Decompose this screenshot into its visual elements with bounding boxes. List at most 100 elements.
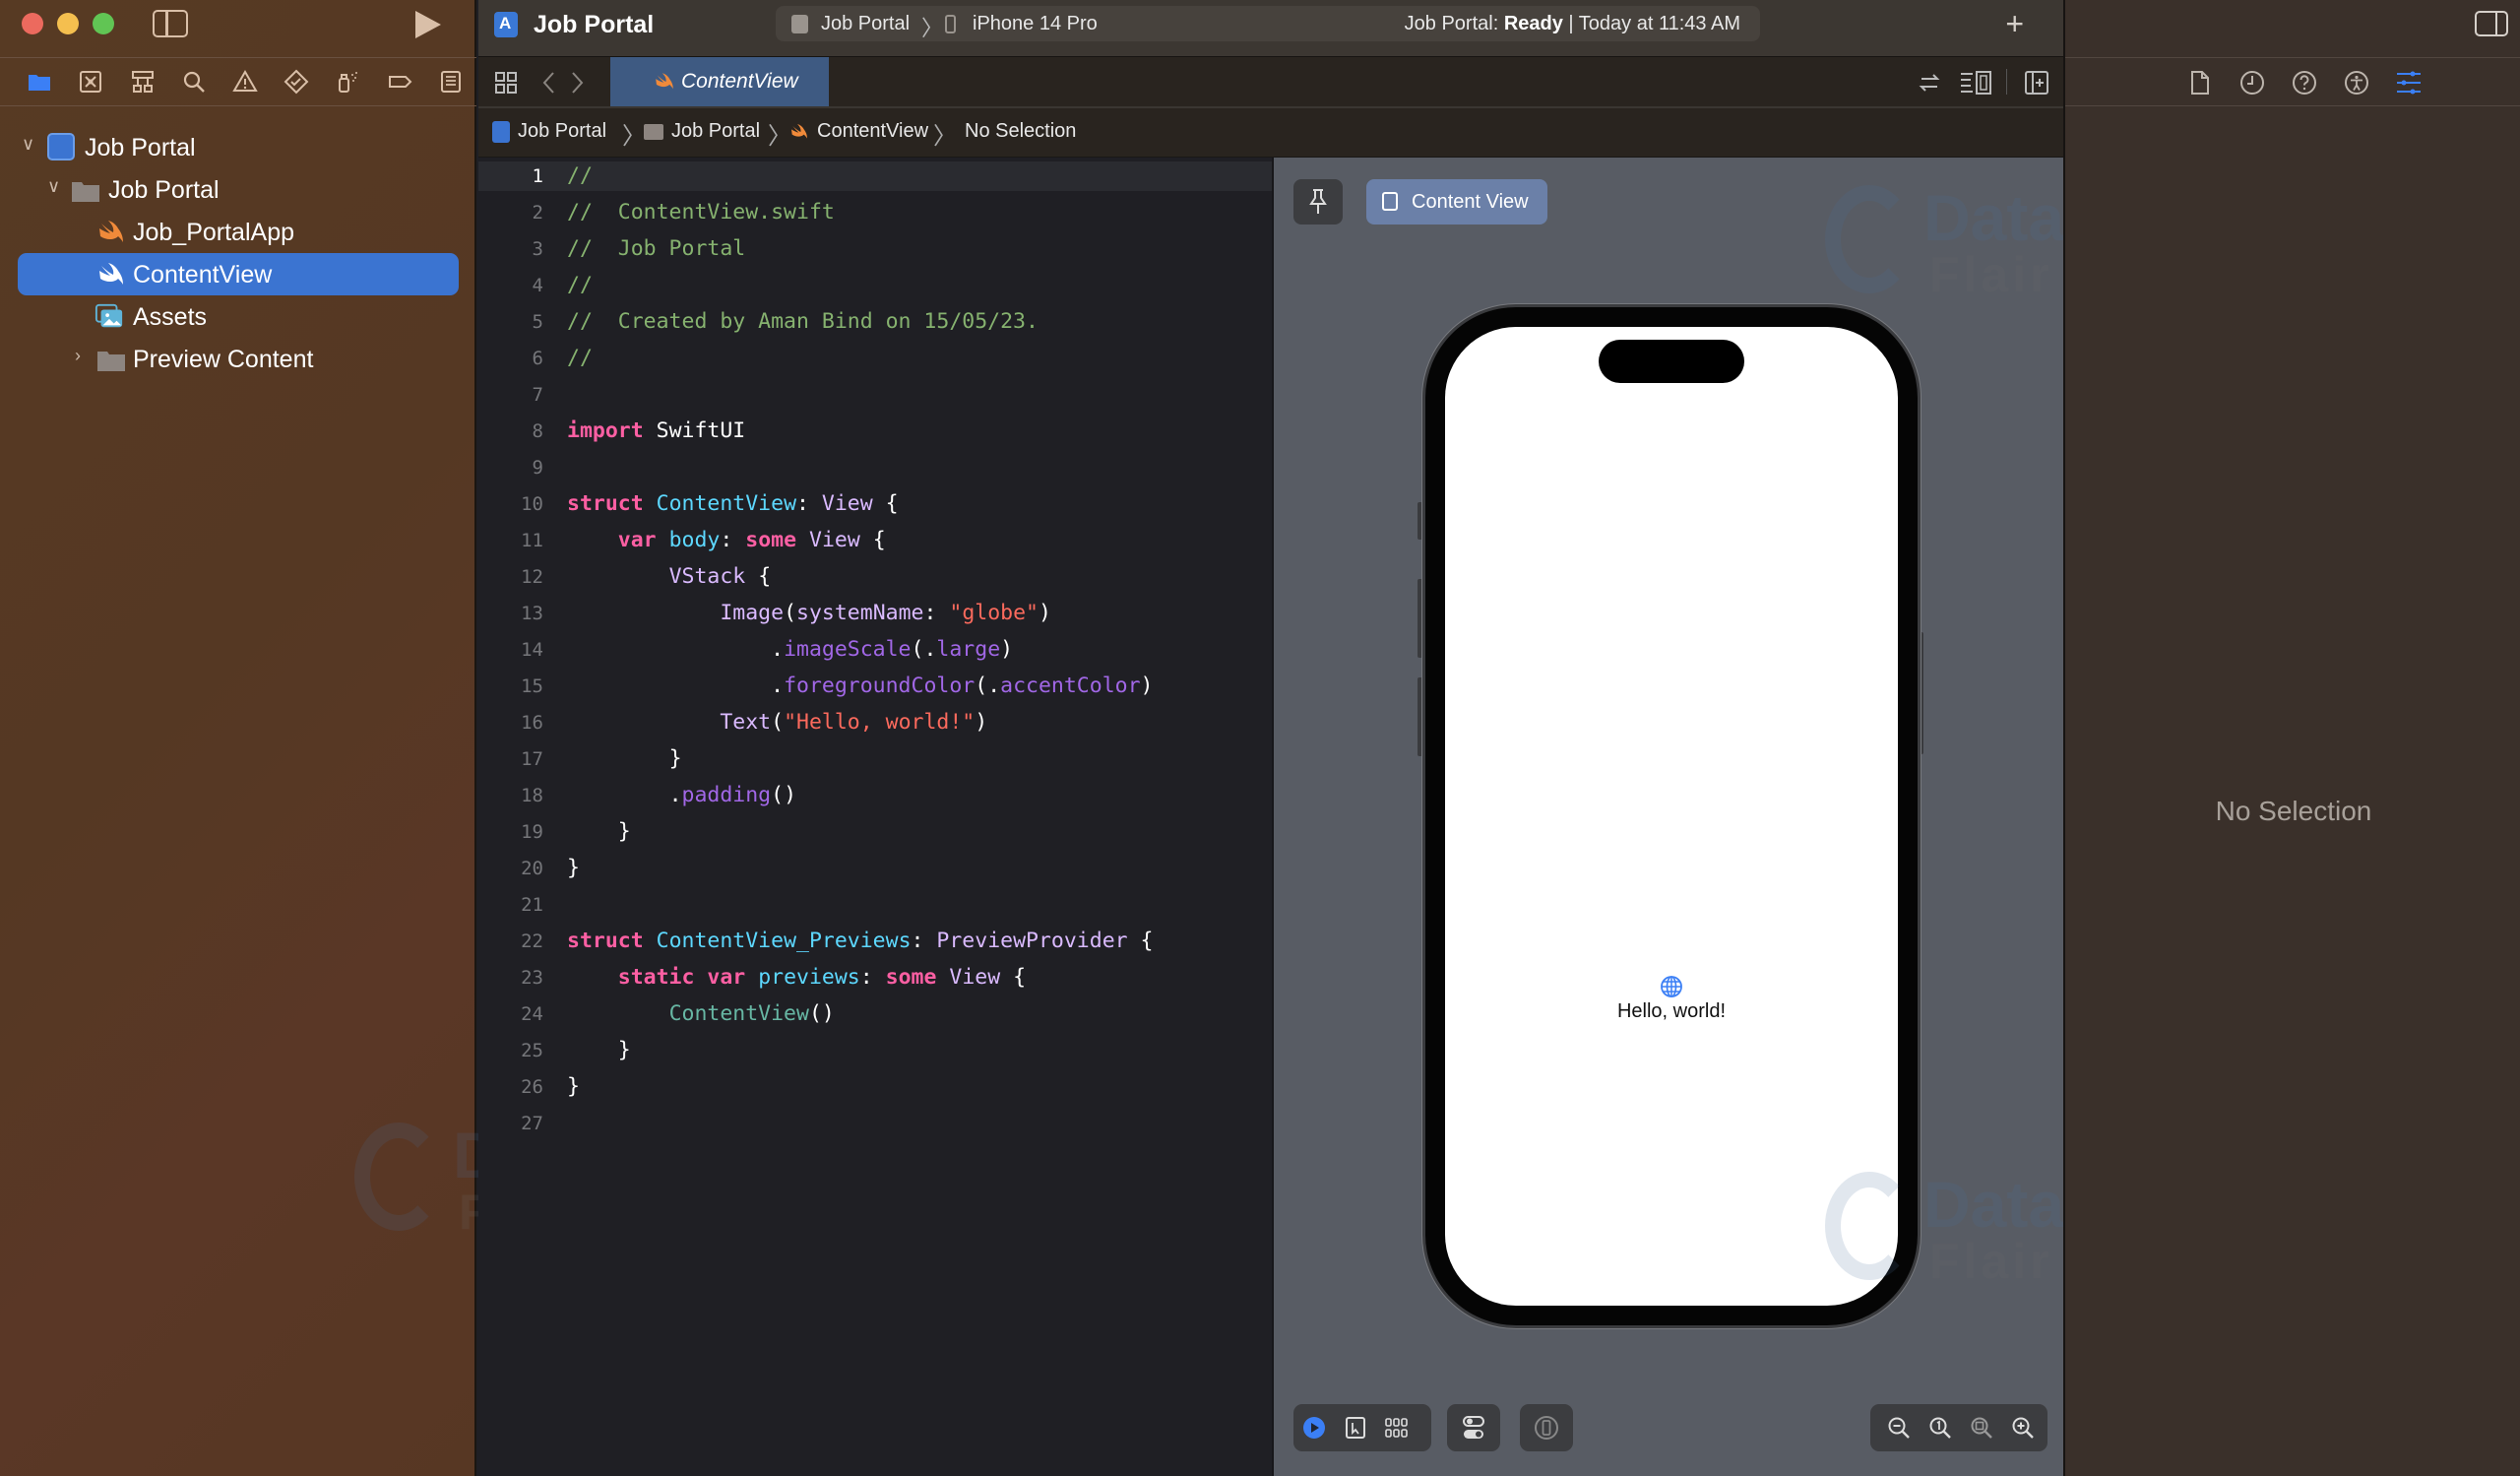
selectable-mode-button[interactable] xyxy=(1335,1407,1376,1448)
zoom-fit-button[interactable] xyxy=(1961,1407,2002,1448)
code-line[interactable]: 6 // xyxy=(478,344,1272,373)
code-line[interactable]: 3 // Job Portal xyxy=(478,234,1272,264)
tree-item-group[interactable]: ∨ Job Portal xyxy=(0,168,476,211)
line-number: 24 xyxy=(521,1003,543,1025)
code-text: Text("Hello, world!") xyxy=(720,710,988,735)
zoom-100-button[interactable] xyxy=(1920,1407,1961,1448)
code-line[interactable]: 12 VStack { xyxy=(478,562,1272,592)
code-line[interactable]: 22 struct ContentView_Previews: PreviewPr… xyxy=(478,927,1272,956)
code-line[interactable]: 5 // Created by Aman Bind on 15/05/23. xyxy=(478,307,1272,337)
code-line[interactable]: 17 } xyxy=(478,744,1272,774)
attributes-inspector-tab[interactable] xyxy=(2394,68,2424,97)
minimize-window-button[interactable] xyxy=(57,13,79,34)
forward-icon[interactable] xyxy=(571,71,585,95)
symbol-navigator-tab[interactable] xyxy=(116,62,167,101)
code-line[interactable]: 2 // ContentView.swift xyxy=(478,198,1272,227)
tree-item-label: Job Portal xyxy=(108,176,220,204)
tree-item-group[interactable]: › Preview Content xyxy=(0,338,476,380)
source-editor[interactable]: 1 // 2 // ContentView.swift 3 // Job Portal 4 /… xyxy=(478,158,1272,1476)
chevron-down-icon[interactable]: ∨ xyxy=(47,176,60,197)
add-editor-icon[interactable] xyxy=(2024,70,2049,96)
code-line[interactable]: 10 struct ContentView: View { xyxy=(478,489,1272,519)
code-line[interactable]: 7 xyxy=(478,380,1272,410)
device-preview-button[interactable] xyxy=(1520,1404,1573,1451)
jump-bar-label: Job Portal xyxy=(671,120,761,142)
file-inspector-tab[interactable] xyxy=(2185,68,2215,97)
back-icon[interactable] xyxy=(541,71,555,95)
toggle-navigator-icon[interactable] xyxy=(153,10,188,37)
code-line[interactable]: 19 } xyxy=(478,817,1272,847)
zoom-fit-icon xyxy=(1971,1417,1992,1439)
jump-bar-symbol[interactable]: No Selection xyxy=(965,120,1076,143)
code-text: struct ContentView_Previews: PreviewProv… xyxy=(567,929,1154,953)
code-line[interactable]: 14 .imageScale(.large) xyxy=(478,635,1272,665)
jump-bar-group[interactable]: Job Portal xyxy=(644,120,760,143)
variants-button[interactable] xyxy=(1376,1407,1418,1448)
watermark: Data Flair xyxy=(1825,185,2064,299)
tree-item-assets[interactable]: Assets xyxy=(0,295,476,338)
code-line[interactable]: 15 .foregroundColor(.accentColor) xyxy=(478,672,1272,701)
live-mode-button[interactable] xyxy=(1293,1407,1335,1448)
code-line[interactable]: 27 xyxy=(478,1109,1272,1138)
run-destination-selector[interactable]: iPhone 14 Pro xyxy=(973,13,1098,35)
code-line[interactable]: 25 } xyxy=(478,1036,1272,1065)
add-library-button[interactable]: + xyxy=(2005,6,2024,42)
code-text: .foregroundColor(.accentColor) xyxy=(771,674,1154,698)
issue-navigator-tab[interactable] xyxy=(220,62,271,101)
swap-arrows-icon[interactable] xyxy=(1918,71,1941,95)
pin-preview-button[interactable] xyxy=(1293,179,1343,225)
close-window-button[interactable] xyxy=(22,13,43,34)
tree-item-file[interactable]: Job_PortalApp xyxy=(0,211,476,253)
find-navigator-tab[interactable] xyxy=(168,62,220,101)
jump-bar-file[interactable]: ContentView xyxy=(789,120,928,143)
toggle-inspector-icon[interactable] xyxy=(2475,11,2508,36)
tree-item-file-selected[interactable]: ContentView xyxy=(18,253,459,295)
code-line[interactable]: 20} xyxy=(478,854,1272,883)
test-navigator-tab[interactable] xyxy=(271,62,322,101)
chevron-right-icon[interactable]: › xyxy=(75,346,81,366)
code-line[interactable]: 23 static var previews: some View { xyxy=(478,963,1272,993)
device-settings-button[interactable] xyxy=(1447,1404,1500,1451)
zoom-out-button[interactable] xyxy=(1878,1407,1920,1448)
zoom-in-button[interactable] xyxy=(2002,1407,2044,1448)
source-control-tab[interactable] xyxy=(65,62,116,101)
accessibility-inspector-tab[interactable] xyxy=(2342,68,2371,97)
related-items-icon[interactable] xyxy=(494,71,518,95)
chevron-down-icon[interactable]: ∨ xyxy=(22,134,34,155)
spray-icon xyxy=(339,72,358,93)
code-line[interactable]: 13 Image(systemName: "globe") xyxy=(478,599,1272,628)
code-line[interactable]: 16 Text("Hello, world!") xyxy=(478,708,1272,738)
tree-item-label: Job Portal xyxy=(85,134,196,161)
quick-help-tab[interactable] xyxy=(2290,68,2319,97)
breakpoint-navigator-tab[interactable] xyxy=(374,62,425,101)
code-text: } xyxy=(567,1074,580,1099)
code-line[interactable]: 1 // xyxy=(478,161,1272,191)
history-inspector-tab[interactable] xyxy=(2237,68,2267,97)
scheme-selector[interactable]: Job Portal xyxy=(821,13,910,35)
line-number: 5 xyxy=(532,311,543,333)
jump-bar-project[interactable]: Job Portal xyxy=(492,120,606,143)
tab-contentview[interactable]: ContentView xyxy=(610,57,829,106)
editor-tab-bar: ContentView xyxy=(478,57,2063,108)
report-navigator-tab[interactable] xyxy=(425,62,476,101)
run-button[interactable] xyxy=(415,11,441,38)
code-line[interactable]: 9 xyxy=(478,453,1272,482)
zoom-window-button[interactable] xyxy=(93,13,114,34)
code-line[interactable]: 26} xyxy=(478,1072,1272,1102)
toggle-settings-icon xyxy=(1463,1416,1484,1439)
code-line[interactable]: 24 ContentView() xyxy=(478,999,1272,1029)
editor-options-icon[interactable] xyxy=(1959,70,1992,96)
line-number: 6 xyxy=(532,348,543,369)
code-line[interactable]: 18 .padding() xyxy=(478,781,1272,810)
code-line[interactable]: 8 import SwiftUI xyxy=(478,417,1272,446)
debug-navigator-tab[interactable] xyxy=(322,62,373,101)
help-icon xyxy=(2293,71,2316,95)
project-navigator-tab[interactable] xyxy=(14,62,65,101)
navigator-panel: ∨ Job Portal ∨ Job Portal Job_PortalApp … xyxy=(0,0,594,1476)
iphone-screen[interactable]: Hello, world! xyxy=(1445,327,1898,1306)
code-line[interactable]: 21 xyxy=(478,890,1272,920)
code-line[interactable]: 11 var body: some View { xyxy=(478,526,1272,555)
preview-content-view-button[interactable]: Content View xyxy=(1366,179,1547,225)
code-line[interactable]: 4 // xyxy=(478,271,1272,300)
tree-item-project[interactable]: ∨ Job Portal xyxy=(0,126,476,168)
